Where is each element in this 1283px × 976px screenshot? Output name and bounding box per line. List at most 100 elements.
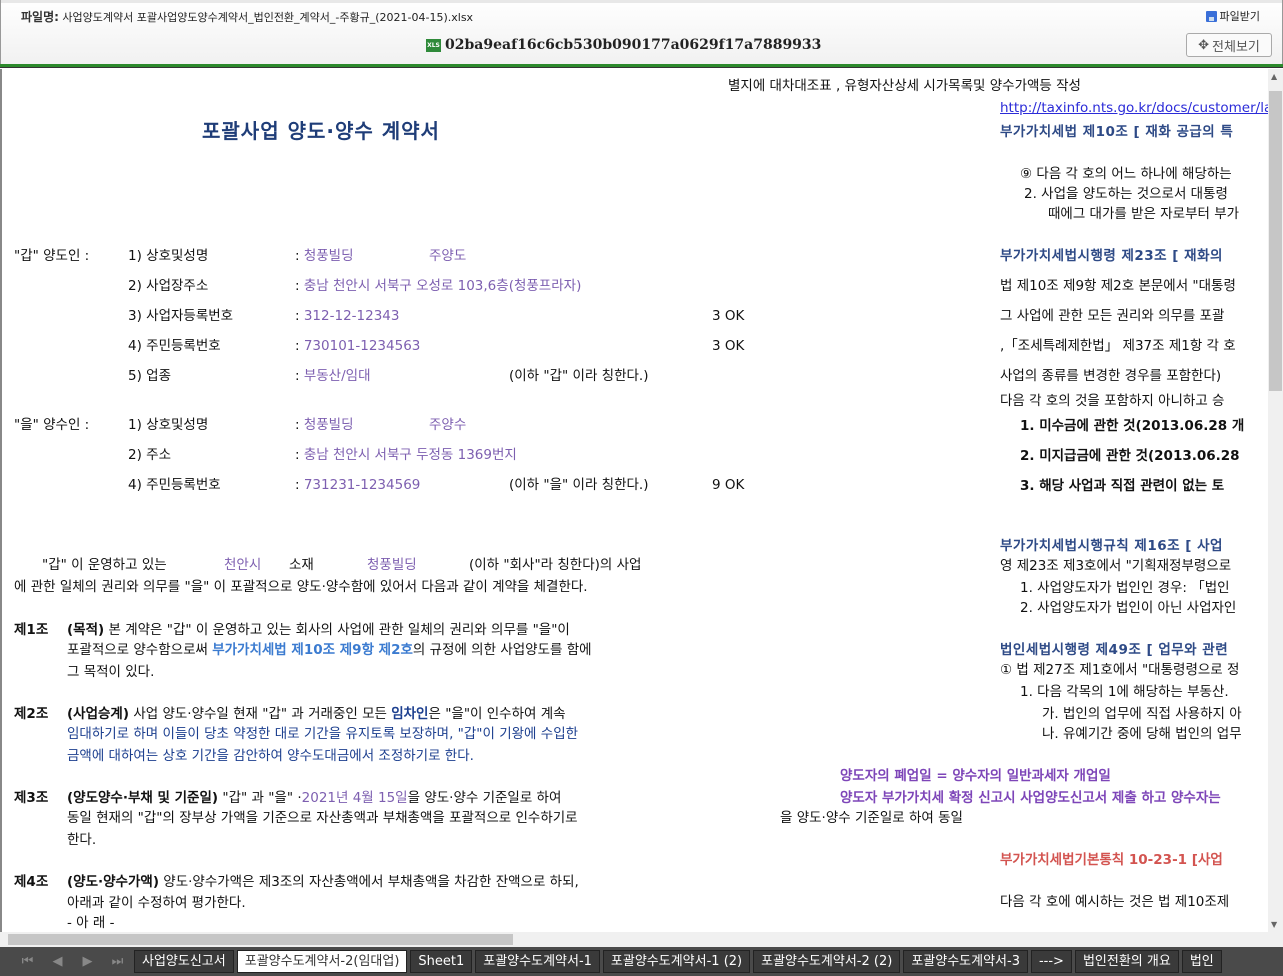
text-segment: 양도자 부가가치세 확정 신고시 사업양도신고서 제출 하고 양수자는: [840, 790, 1221, 806]
document-line: 제4조: [14, 873, 48, 891]
sheet-tab[interactable]: --->: [1030, 950, 1072, 973]
last-sheet-icon[interactable]: ⏭: [104, 954, 131, 969]
reference-link[interactable]: http://taxinfo.nts.go.kr/docs/customer/l…: [1000, 100, 1268, 116]
download-label: 파일받기: [1219, 10, 1260, 23]
text-segment: (목적): [67, 622, 105, 638]
text-segment: 1) 상호및성명: [128, 417, 209, 433]
law-heading: 부가가치세법 제10조 [ 재화 공급의 특: [1000, 123, 1233, 141]
document-line: 9 OK: [712, 476, 744, 494]
sheet-tab[interactable]: 법인: [1181, 950, 1222, 973]
document-line: 3) 사업자등록번호: [128, 307, 233, 325]
text-segment: :: [295, 447, 304, 463]
document-line: ⑨ 다음 각 호의 어느 하나에 해당하는: [1020, 165, 1232, 183]
document-line: : 청풍빌딩: [295, 247, 354, 265]
document-line: 양도자의 폐업일 = 양수자의 일반과세자 개업일: [840, 767, 1111, 785]
text-segment: 충남 천안시 서북구 오성로 103,6층(청풍프라자): [303, 278, 582, 294]
sheet-tab[interactable]: 포괄양수도계약서-2(임대업): [236, 950, 408, 973]
vertical-scrollbar[interactable]: ▲ ▼: [1268, 69, 1283, 932]
text-segment: 임대하기로 하며 이들이 당초 약정한 대로 기간을 유지토록 보장하며, "갑…: [67, 726, 579, 742]
next-sheet-icon[interactable]: ▶: [74, 954, 101, 969]
text-segment: ① 법 제27조 제1호에서 "대통령령으로 정: [1000, 662, 1240, 678]
text-segment: 3. 해당 사업과 직접 관련이 없는 토: [1020, 478, 1225, 494]
scroll-down-icon[interactable]: ▼: [1271, 920, 1277, 929]
text-segment: 731231-1234569: [303, 477, 421, 493]
file-hash-value: 02ba9eaf16c6cb530b090177a0629f17a7889933: [445, 37, 822, 53]
text-segment: ⑨ 다음 각 호의 어느 하나에 해당하는: [1020, 166, 1232, 182]
full-view-button[interactable]: ✥ 전체보기: [1186, 33, 1272, 57]
text-segment: (이하 "갑" 이라 칭한다.): [509, 368, 649, 384]
document-line: 법 제10조 제9항 제2호 본문에서 "대통령: [1000, 277, 1236, 295]
text-segment: 소재: [289, 557, 314, 573]
document-line: 1. 미수금에 관한 것(2013.06.28 개: [1020, 417, 1244, 435]
text-segment: 을 양도·양수 기준일로 하여: [407, 790, 562, 806]
text-segment: 3 OK: [712, 308, 745, 324]
document-line: 한다.: [67, 831, 96, 849]
sheet-tab[interactable]: 포괄양수도계약서-2 (2): [753, 950, 901, 973]
document-line: (이하 "회사"라 칭한다)의 사업: [469, 556, 641, 574]
text-segment: 양도자의 폐업일 = 양수자의 일반과세자 개업일: [840, 768, 1111, 784]
document-line: ,「조세특례제한법」 제37조 제1항 각 호: [1000, 337, 1236, 355]
document-line: 사업의 종류를 변경한 경우를 포함한다): [1000, 367, 1221, 385]
document-line: 4) 주민등록번호: [128, 337, 221, 355]
text-segment: 사업의 종류를 변경한 경우를 포함한다): [1000, 368, 1222, 384]
sheet-tab[interactable]: 포괄양수도계약서-1: [475, 950, 600, 973]
text-segment: 천안시: [224, 557, 262, 573]
sheet-tab[interactable]: 법인전환의 개요: [1074, 950, 1179, 973]
prev-sheet-icon[interactable]: ◀: [44, 954, 71, 969]
text-segment: 포괄사업 양도·양수 계약서: [202, 119, 440, 143]
text-segment: 2. 사업양도자가 법인이 아닌 사업자인: [1020, 600, 1237, 616]
text-segment: 2) 주소: [128, 447, 171, 463]
text-segment: 때에그 대가를 받은 자로부터 부가: [1048, 206, 1240, 222]
document-line: 2. 사업양도자가 법인이 아닌 사업자인: [1020, 599, 1236, 617]
scroll-up-icon[interactable]: ▲: [1271, 72, 1277, 81]
text-segment: :: [295, 308, 304, 324]
text-segment: ,「조세특례제한법」 제37조 제1항 각 호: [1000, 338, 1236, 354]
sheet-tab-bar: ⏮ ◀ ▶ ⏭ 사업양도신고서 포괄양수도계약서-2(임대업) Sheet1 포괄양수…: [0, 947, 1283, 976]
document-line: 을 양도·양수 기준일로 하여 동일: [780, 809, 963, 827]
document-line: 2. 사업을 양도하는 것으로서 대통령: [1024, 185, 1228, 203]
text-segment: 4) 주민등록번호: [128, 477, 221, 493]
text-segment: 금액에 대하여는 상호 기간을 감안하여 양수도대금에서 조정하기로 한다.: [67, 748, 474, 764]
text-segment: (사업승계): [67, 706, 130, 722]
document-line: 다음 각 호의 것을 포함하지 아니하고 승: [1000, 392, 1224, 410]
file-hash: XLS 02ba9eaf16c6cb530b090177a0629f17a7889…: [426, 37, 821, 53]
download-button[interactable]: 파일받기: [1205, 8, 1260, 24]
text-segment: 부가가치세법 제10조 제9항 제2호: [212, 642, 413, 658]
text-segment: (양도양수·부채 및 기준일): [67, 790, 219, 806]
sheet-tab[interactable]: 포괄양수도계약서-1 (2): [602, 950, 751, 973]
text-segment: :: [295, 248, 304, 264]
document-line: 3 OK: [712, 337, 744, 355]
text-segment: 청풍빌딩: [367, 557, 417, 573]
text-segment: 의 규정에 의한 사업양도를 함에: [412, 642, 592, 658]
text-segment: 아래과 같이 수정하여 평가한다.: [67, 895, 246, 911]
first-sheet-icon[interactable]: ⏮: [14, 954, 41, 969]
text-segment: 사업 양도·양수일 현재 "갑" 과 거래중인 모든: [129, 706, 392, 722]
sheet-tab[interactable]: 포괄양수도계약서-3: [903, 950, 1028, 973]
text-segment: 부가가치세법 제10조 [ 재화 공급의 특: [1000, 124, 1234, 140]
spreadsheet-content: 별지에 대차대조표 , 유형자산상세 시가목록및 양수가액등 작성 포괄사업 양도…: [0, 69, 1268, 932]
document-line: : 충남 천안시 서북구 오성로 103,6층(청풍프라자): [295, 277, 581, 295]
document-line: : 731231-1234569: [295, 476, 420, 494]
text-segment: :: [295, 477, 304, 493]
text-segment: 부가가치세법시행규칙 제16조 [ 사업: [1000, 538, 1223, 554]
document-line: 1. 사업양도자가 법인인 경우: 「법인: [1020, 579, 1230, 597]
document-line: 제3조: [14, 789, 48, 807]
text-segment: 제1조: [14, 622, 49, 638]
document-line: 나. 유예기간 중에 당해 법인의 업무: [1042, 725, 1242, 743]
document-line: : 충남 천안시 서북구 두정동 1369번지: [295, 446, 517, 464]
text-segment: 그 사업에 관한 모든 권리와 의무를 포괄: [1000, 308, 1225, 324]
document-line: 임대하기로 하며 이들이 당초 약정한 대로 기간을 유지토록 보장하며, "갑…: [67, 725, 578, 743]
sheet-tab[interactable]: 사업양도신고서: [134, 950, 234, 973]
text-segment: 2. 사업을 양도하는 것으로서 대통령: [1024, 186, 1228, 202]
sheet-tab[interactable]: Sheet1: [410, 950, 473, 973]
document-line: 2) 주소: [128, 446, 171, 464]
vertical-scroll-thumb[interactable]: [1269, 91, 1282, 391]
text-segment: "을" 양수인 :: [14, 417, 90, 433]
document-line: : 730101-1234563: [295, 337, 420, 355]
document-line: (양도양수·부채 및 기준일) "갑" 과 "을" ·2021년 4월 15일을…: [67, 789, 561, 807]
text-segment: 충남 천안시 서북구 두정동 1369번지: [303, 447, 517, 463]
text-segment: 312-12-12343: [303, 308, 400, 324]
horizontal-scrollbar[interactable]: [0, 932, 1283, 947]
horizontal-scroll-thumb[interactable]: [8, 934, 513, 945]
law-heading: 부가가치세법기본통칙 10-23-1 [사업: [1000, 851, 1223, 869]
